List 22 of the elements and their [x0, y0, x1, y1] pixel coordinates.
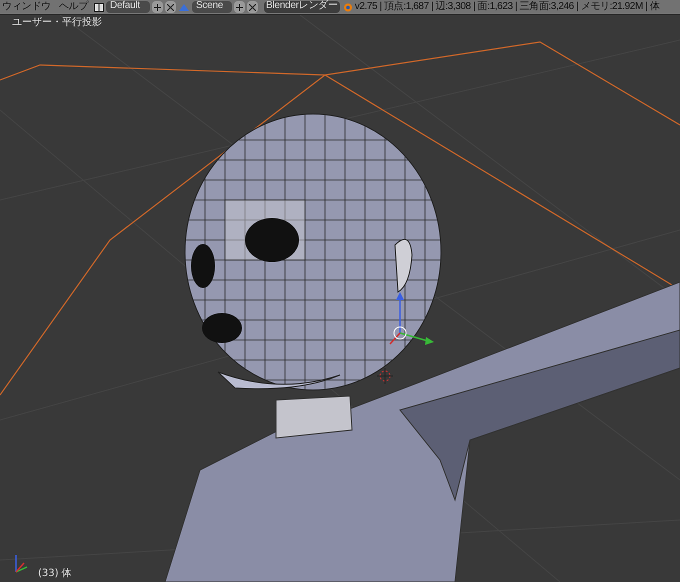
close-icon	[167, 4, 174, 10]
blender-logo-icon	[342, 2, 353, 12]
menu-item[interactable]: ウィンドウ	[2, 2, 51, 12]
frame-object-label: (33) 体	[38, 569, 72, 579]
plus-icon	[236, 4, 243, 10]
scene-statistics: v2.75 | 頂点:1,687 | 辺:3,308 | 面:1,623 | 三角面:3,246 | メモリ:21.92M | 体	[354, 2, 660, 12]
close-icon	[249, 4, 256, 10]
axis-icon	[15, 555, 28, 573]
layout-field[interactable]: Default	[106, 1, 150, 13]
menu-item[interactable]: ヘルプ	[58, 2, 88, 12]
delete-button[interactable]	[165, 1, 176, 13]
scene-field[interactable]: Scene	[192, 1, 232, 13]
transform-gizmo-icon	[389, 292, 434, 345]
add-button[interactable]	[152, 1, 163, 13]
view-label: ユーザー・平行投影	[12, 18, 102, 28]
3d-viewport[interactable]: ユーザー・平行投影 (33) 体	[0, 15, 680, 582]
layout-icon[interactable]	[94, 2, 104, 12]
3d-cursor-icon	[376, 368, 394, 384]
render-engine-dropdown[interactable]: Blenderレンダー	[264, 1, 340, 13]
plus-icon	[154, 4, 161, 10]
add-button[interactable]	[234, 1, 245, 13]
delete-button[interactable]	[247, 1, 258, 13]
